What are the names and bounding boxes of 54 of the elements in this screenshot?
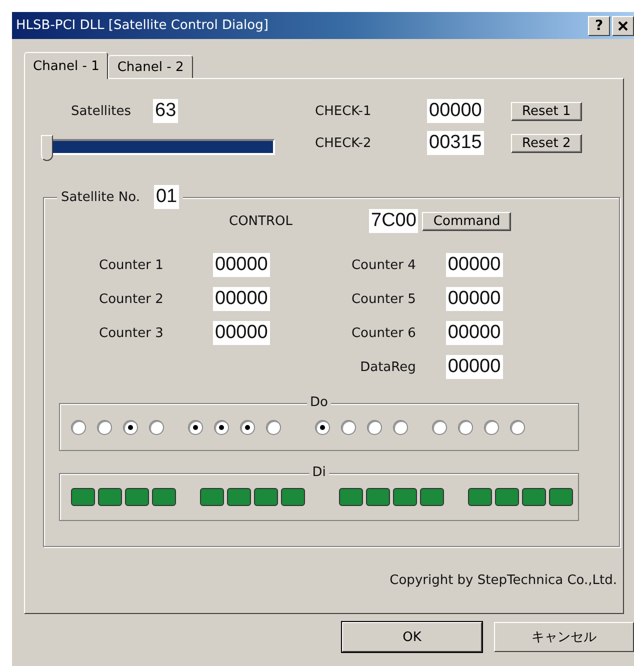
close-icon <box>618 20 628 30</box>
control-label: CONTROL <box>229 214 294 228</box>
radio-button[interactable] <box>123 420 138 434</box>
radio-button[interactable] <box>315 420 330 434</box>
counter-label: Counter 4 <box>350 258 416 272</box>
close-button[interactable] <box>612 16 634 36</box>
check-label: CHECK-2 <box>315 136 372 150</box>
check-label: CHECK-1 <box>315 104 372 118</box>
value-field: 00000 <box>446 287 503 311</box>
reset-button[interactable]: Reset 2 <box>511 134 582 152</box>
slider-thumb[interactable] <box>41 135 53 161</box>
radio-button[interactable] <box>266 420 281 434</box>
radio-button[interactable] <box>484 420 499 434</box>
radio-button[interactable] <box>214 420 229 434</box>
window-title: HLSB-PCI DLL [Satellite Control Dialog] <box>16 18 268 33</box>
value-field: 00000 <box>446 321 503 345</box>
tab[interactable]: Chanel - 1 <box>24 52 108 79</box>
counter-label: Counter 2 <box>99 292 164 306</box>
radio-button[interactable] <box>240 420 255 434</box>
counter-label: DataReg <box>359 360 416 374</box>
radio-button[interactable] <box>149 420 164 434</box>
radio-button[interactable] <box>458 420 473 434</box>
value-field: 00315 <box>427 131 484 155</box>
command-button[interactable]: Command <box>422 212 512 230</box>
satellites-label: Satellites <box>71 104 132 118</box>
copyright-text: Copyright by StepTechnica Co.,Ltd. <box>390 573 617 588</box>
radio-button[interactable] <box>367 420 382 434</box>
counter-label: Counter 5 <box>350 292 416 306</box>
slider[interactable] <box>41 135 277 159</box>
value-field: 63 <box>153 99 178 123</box>
radio-button[interactable] <box>188 420 203 434</box>
value-field: 00000 <box>213 287 270 311</box>
value-field: 00000 <box>213 253 270 277</box>
reset-button[interactable]: Reset 1 <box>511 102 582 120</box>
tab[interactable]: Chanel - 2 <box>108 55 193 78</box>
satellite-no-label: Satellite No. <box>61 190 140 204</box>
value-field: 00000 <box>446 253 503 277</box>
radio-button[interactable] <box>510 420 525 434</box>
radio-button[interactable] <box>97 420 112 434</box>
counter-label: Counter 1 <box>99 258 164 272</box>
counter-label: Counter 6 <box>350 326 416 340</box>
value-field: 00000 <box>427 99 484 123</box>
radio-button[interactable] <box>71 420 86 434</box>
value-field: 00000 <box>446 355 503 379</box>
value-field: 7C00 <box>369 209 418 233</box>
radio-button[interactable] <box>432 420 447 434</box>
help-button[interactable]: ? <box>588 16 610 36</box>
radio-button[interactable] <box>393 420 408 434</box>
value-field: 00000 <box>213 321 270 345</box>
dialog-button[interactable]: キャンセル <box>494 622 634 652</box>
value-field: 01 <box>154 185 180 209</box>
radio-button[interactable] <box>341 420 356 434</box>
dialog-button[interactable]: OK <box>342 622 482 652</box>
counter-label: Counter 3 <box>99 326 164 340</box>
